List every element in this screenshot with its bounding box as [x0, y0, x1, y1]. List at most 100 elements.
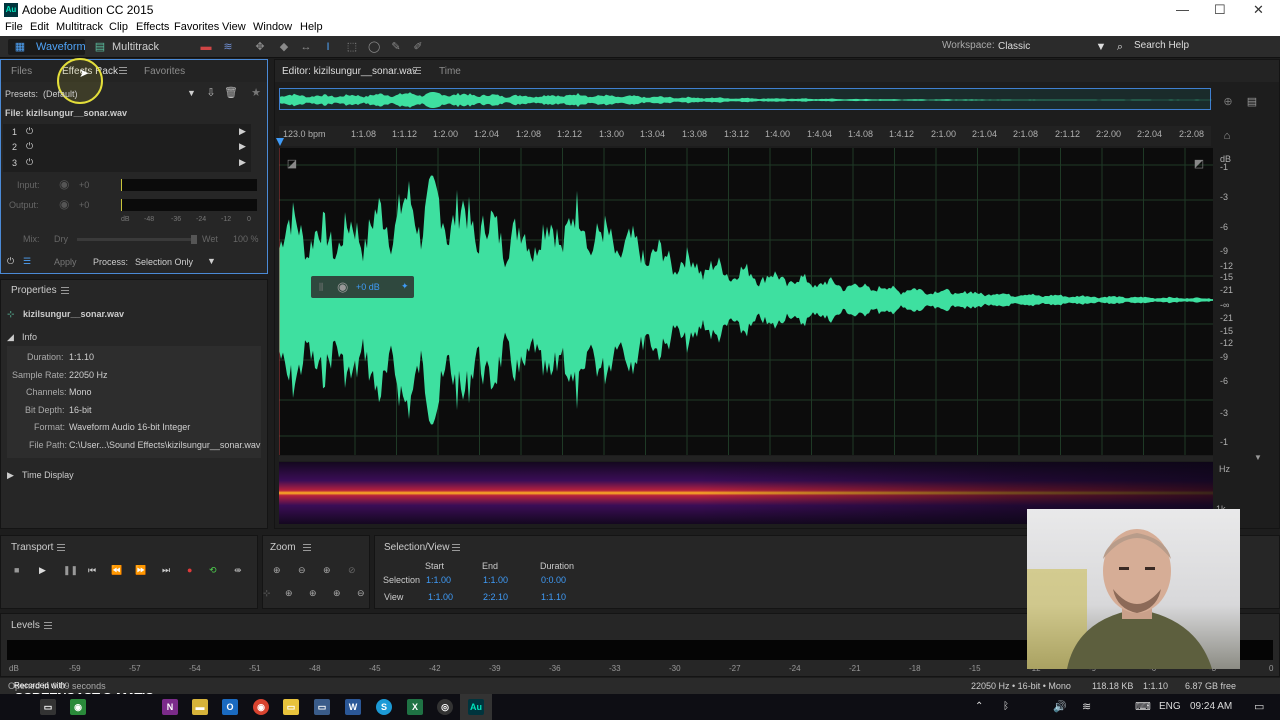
task-view-icon[interactable]: ▭: [40, 699, 56, 715]
file-explorer-icon[interactable]: ▭: [283, 699, 299, 715]
zoom-in-amplitude-icon[interactable]: ⊕: [273, 565, 281, 576]
play-icon[interactable]: ▶: [39, 565, 46, 576]
chevron-right-icon[interactable]: ▶: [7, 470, 14, 481]
zoom-in-point-icon[interactable]: ⊕: [285, 588, 293, 599]
spectral-frequency-icon[interactable]: ▬: [200, 41, 212, 53]
mix-slider-handle[interactable]: [191, 235, 197, 244]
snap-icon[interactable]: ⌂: [1221, 130, 1233, 142]
menu-effects[interactable]: Effects: [136, 21, 169, 33]
search-help-input[interactable]: Search Help: [1134, 40, 1189, 54]
menu-help[interactable]: Help: [300, 21, 323, 33]
zoom-full-icon[interactable]: ⊕: [333, 588, 341, 599]
panel-menu-icon[interactable]: [413, 67, 421, 74]
stop-icon[interactable]: ■: [14, 565, 19, 575]
pause-icon[interactable]: ❚❚: [63, 565, 78, 576]
waveform-view-button[interactable]: ▦ Waveform: [8, 39, 86, 55]
info-section-label[interactable]: Info: [22, 332, 37, 342]
hud-pin-icon[interactable]: ✦: [401, 281, 409, 292]
minimize-icon[interactable]: —: [1176, 2, 1189, 17]
panel-menu-icon[interactable]: [61, 287, 69, 294]
lasso-tool-icon[interactable]: ◯: [368, 41, 380, 53]
razor-tool-icon[interactable]: ◆: [278, 41, 290, 53]
menu-window[interactable]: Window: [253, 21, 292, 33]
loop-icon[interactable]: ⟲: [209, 565, 217, 576]
power-icon[interactable]: ⏻: [26, 141, 33, 152]
selection-start[interactable]: 1:1.00: [426, 575, 451, 585]
tab-time[interactable]: Time: [439, 66, 461, 77]
effect-slot-row[interactable]: 3 ⏻ ▶: [3, 156, 251, 171]
save-preset-icon[interactable]: ⇩: [205, 87, 217, 99]
menu-multitrack[interactable]: Multitrack: [56, 21, 103, 33]
folder-icon[interactable]: ▭: [314, 699, 330, 715]
output-knob-icon[interactable]: ◉: [59, 197, 69, 211]
slot-arrow-icon[interactable]: ▶: [239, 126, 246, 137]
multitrack-view-button[interactable]: ▤ Multitrack: [90, 39, 162, 55]
effect-slot-row[interactable]: 1 ⏻ ▶: [3, 125, 251, 140]
menu-favorites[interactable]: Favorites: [174, 21, 219, 33]
spot-healing-tool-icon[interactable]: ✐: [412, 41, 424, 53]
audition-taskbar-button[interactable]: Au: [460, 694, 492, 720]
panel-menu-icon[interactable]: [452, 544, 460, 551]
tab-editor[interactable]: Editor: kizilsungur__sonar.wav: [282, 66, 417, 77]
time-selection-tool-icon[interactable]: I: [322, 41, 334, 53]
panel-divider[interactable]: [279, 456, 1213, 461]
zoom-out-amplitude-icon[interactable]: ⊖: [298, 565, 306, 576]
power-icon[interactable]: ⏻: [26, 126, 33, 137]
keyboard-icon[interactable]: ⌨: [1135, 700, 1151, 713]
onenote-icon[interactable]: N: [162, 699, 178, 715]
selection-end[interactable]: 1:1.00: [483, 575, 508, 585]
chevron-up-icon[interactable]: ⌃: [975, 701, 983, 712]
master-power-icon[interactable]: ⏻: [7, 256, 14, 267]
volume-knob-icon[interactable]: ◉: [337, 279, 348, 295]
process-select[interactable]: Selection Only ▼: [131, 254, 219, 268]
zoom-out-point-icon[interactable]: ⊕: [309, 588, 317, 599]
favorite-star-icon[interactable]: ★: [250, 87, 262, 99]
panel-menu-icon[interactable]: [57, 544, 65, 551]
record-icon[interactable]: ●: [187, 565, 192, 575]
skip-forward-icon[interactable]: ⏭: [162, 565, 170, 576]
zoom-reset-icon[interactable]: ⊖: [357, 588, 365, 599]
delete-preset-icon[interactable]: 🗑: [224, 87, 238, 99]
input-knob-icon[interactable]: ◉: [59, 177, 69, 191]
menu-clip[interactable]: Clip: [109, 21, 128, 33]
chrome-icon[interactable]: ◉: [253, 699, 269, 715]
panel-menu-icon[interactable]: [303, 544, 311, 551]
slip-tool-icon[interactable]: ↔: [300, 41, 312, 53]
fade-in-handle-icon[interactable]: ◪: [286, 158, 298, 170]
overview-navigator[interactable]: [279, 88, 1212, 110]
outlook-icon[interactable]: O: [222, 699, 238, 715]
maximize-icon[interactable]: ☐: [1214, 2, 1226, 18]
presets-select[interactable]: (Default) ▼: [43, 86, 197, 100]
apply-button[interactable]: Apply: [54, 257, 77, 267]
tab-favorites[interactable]: Favorites: [144, 66, 185, 77]
zoom-selection-icon[interactable]: ⊹: [263, 588, 271, 599]
zoom-in-time-icon[interactable]: ⊕: [323, 565, 331, 576]
effect-slot-row[interactable]: 2 ⏻ ▶: [3, 140, 251, 155]
sticky-notes-icon[interactable]: ▬: [192, 699, 208, 715]
close-icon[interactable]: ✕: [1253, 2, 1264, 18]
view-start[interactable]: 1:1.00: [428, 592, 453, 602]
slot-arrow-icon[interactable]: ▶: [239, 141, 246, 152]
clock[interactable]: 09:24 AM: [1190, 701, 1232, 712]
panel-menu-icon[interactable]: [44, 622, 52, 629]
zoom-out-full-icon[interactable]: ⊘: [348, 565, 356, 576]
list-view-icon[interactable]: ☰: [23, 256, 31, 267]
media-icon[interactable]: ◎: [437, 699, 453, 715]
waveform-display[interactable]: ◪ ◩: [278, 148, 1213, 455]
hud-volume[interactable]: ⫼ ◉ +0 dB ✦: [311, 276, 414, 298]
menu-file[interactable]: File: [5, 21, 23, 33]
skip-selection-icon[interactable]: ⇼: [234, 565, 242, 576]
view-end[interactable]: 2:2.10: [483, 592, 508, 602]
bluetooth-icon[interactable]: ᛒ: [1003, 701, 1009, 712]
playhead-marker[interactable]: [276, 138, 284, 146]
skip-back-icon[interactable]: ⏮: [88, 565, 96, 576]
selection-duration[interactable]: 0:0.00: [541, 575, 566, 585]
slot-arrow-icon[interactable]: ▶: [239, 157, 246, 168]
wifi-icon[interactable]: ≋: [1082, 700, 1091, 713]
excel-icon[interactable]: X: [407, 699, 423, 715]
fast-forward-icon[interactable]: ⏩: [135, 565, 146, 576]
chevron-down-icon[interactable]: ◢: [7, 332, 14, 343]
power-icon[interactable]: ⏻: [26, 157, 33, 168]
zoom-to-fit-icon[interactable]: ⊕: [1222, 96, 1234, 108]
panel-menu-icon[interactable]: [119, 67, 127, 74]
